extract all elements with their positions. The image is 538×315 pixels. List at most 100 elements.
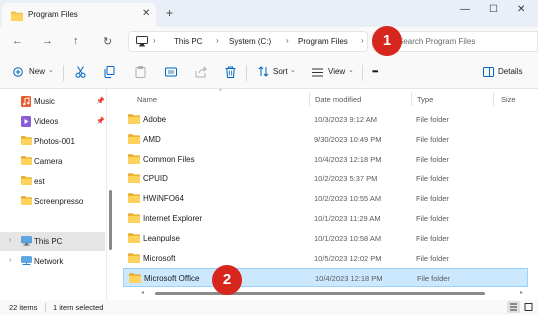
horizontal-scrollbar-thumb[interactable] (155, 292, 485, 295)
file-name: Leanpulse (143, 233, 180, 243)
scroll-right-icon[interactable]: ▸ (520, 289, 523, 296)
folder-icon (21, 196, 32, 207)
folder-icon (129, 273, 141, 285)
more-options-button[interactable]: ••• (372, 67, 378, 76)
folder-icon (21, 156, 32, 167)
maximize-button[interactable]: ☐ (489, 4, 498, 15)
music-icon (21, 96, 31, 109)
new-icon (13, 67, 23, 79)
column-header-size[interactable]: Size (501, 95, 516, 104)
sort-button[interactable]: Sort (273, 67, 288, 76)
navigation-bar: ← → ↑ ↻ › This PC › System (C:) › Progra… (0, 27, 538, 57)
file-row[interactable]: Leanpulse 10/1/2023 10:58 AM File folder (123, 229, 528, 248)
file-type: File folder (417, 274, 450, 284)
file-name: CPUID (143, 174, 168, 184)
toolbar-divider (246, 65, 247, 81)
tab-program-files[interactable]: Program Files ✕ (2, 3, 156, 27)
sort-arrow-icon: ^ (219, 89, 222, 95)
folder-icon (21, 136, 32, 147)
details-button[interactable]: Details (498, 67, 522, 76)
file-date: 10/4/2023 12:18 PM (314, 154, 382, 164)
sidebar-item-camera[interactable]: Camera (0, 152, 105, 171)
breadcrumb-system-c[interactable]: System (C:) (229, 37, 271, 46)
file-row[interactable]: Common Files 10/4/2023 12:18 PM File folde… (123, 150, 528, 169)
new-chevron-icon[interactable]: ⌄ (48, 66, 54, 74)
sidebar-scrollbar-thumb[interactable] (109, 190, 112, 250)
sidebar-scrollbar[interactable] (109, 95, 112, 290)
column-header-date[interactable]: Date modified (315, 95, 361, 104)
delete-icon[interactable] (225, 66, 236, 80)
file-name: Adobe (143, 115, 167, 124)
this-pc-icon (21, 236, 32, 248)
paste-icon[interactable] (135, 66, 146, 80)
file-type: File folder (416, 194, 449, 204)
file-row[interactable]: HWiNFO64 10/2/2023 10:55 AM File folder (123, 189, 528, 208)
pin-icon: 📌 (96, 98, 105, 105)
view-chevron-icon[interactable]: ⌄ (348, 66, 354, 74)
file-row[interactable]: CPUID 10/2/2023 5:37 PM File folder (123, 169, 528, 188)
column-header-type[interactable]: Type (417, 95, 433, 104)
title-bar: Program Files ✕ + — ☐ ✕ (0, 0, 538, 27)
scroll-left-icon[interactable]: ◂ (141, 289, 144, 296)
back-button[interactable]: ← (12, 35, 23, 47)
forward-button[interactable]: → (42, 35, 53, 47)
callout-badge: 1 (372, 26, 402, 56)
sidebar-item-photos-001[interactable]: Photos-001 (0, 132, 105, 151)
file-type: File folder (416, 174, 449, 184)
computer-icon (136, 36, 148, 49)
sidebar-item-screenpresso[interactable]: Screenpresso (0, 192, 105, 211)
file-date: 9/30/2023 10:49 PM (314, 134, 382, 144)
folder-icon (11, 11, 23, 23)
address-bar[interactable]: › This PC › System (C:) › Program Files … (128, 31, 368, 52)
breadcrumb-this-pc[interactable]: This PC (174, 37, 202, 46)
details-view-button[interactable] (507, 301, 520, 313)
column-divider[interactable] (309, 92, 310, 106)
navigation-pane: Music 📌 Videos 📌 Photos-001 Camera est S… (0, 89, 107, 300)
new-tab-button[interactable]: + (166, 6, 173, 20)
share-icon[interactable] (195, 66, 207, 80)
sidebar-item-network[interactable]: › Network (0, 252, 105, 271)
sort-chevron-icon[interactable]: ⌄ (290, 66, 296, 74)
item-count: 22 items (9, 303, 38, 312)
view-button[interactable]: View (328, 67, 345, 76)
rename-icon[interactable] (165, 66, 177, 80)
folder-icon (128, 252, 140, 265)
file-row[interactable]: Adobe 10/3/2023 9:12 AM File folder (123, 110, 528, 129)
chevron-right-icon[interactable]: › (9, 257, 11, 264)
breadcrumb-separator-icon: › (361, 36, 364, 45)
toolbar-divider (362, 65, 363, 81)
file-row[interactable]: Microsoft 10/5/2023 12:02 PM File folder (123, 249, 528, 268)
folder-icon (128, 173, 140, 185)
minimize-button[interactable]: — (460, 4, 470, 15)
file-type: File folder (416, 253, 449, 263)
file-row[interactable]: AMD 9/30/2023 10:49 PM File folder (123, 130, 528, 149)
cut-icon[interactable] (75, 66, 86, 80)
sidebar-item-this-pc[interactable]: › This PC (0, 232, 105, 251)
sidebar-item-est[interactable]: est (0, 172, 105, 191)
folder-icon (128, 232, 140, 245)
sort-icon (258, 66, 269, 79)
command-bar: New ⌄ Sort ⌄ View ⌄ ••• Details (0, 57, 538, 89)
search-input[interactable]: Search Program Files (398, 37, 475, 46)
file-row[interactable]: Internet Explorer 10/1/2023 11:29 AM File … (123, 209, 528, 228)
up-button[interactable]: ↑ (73, 35, 79, 47)
refresh-button[interactable]: ↻ (103, 35, 112, 48)
sidebar-item-videos[interactable]: Videos 📌 (0, 112, 105, 131)
column-divider[interactable] (493, 92, 494, 106)
column-divider[interactable] (411, 92, 412, 106)
status-bar: 22 items 1 item selected (0, 300, 538, 315)
new-button[interactable]: New (29, 67, 45, 76)
sidebar-item-music[interactable]: Music 📌 (0, 92, 105, 111)
tiles-view-button[interactable] (522, 301, 535, 313)
chevron-right-icon[interactable]: › (9, 237, 11, 244)
file-date: 10/2/2023 5:37 PM (314, 174, 378, 184)
tab-close-icon[interactable]: ✕ (142, 8, 150, 19)
breadcrumb-program-files[interactable]: Program Files (298, 37, 348, 46)
sidebar-item-label: Screenpresso (34, 197, 84, 206)
close-button[interactable]: ✕ (517, 4, 525, 15)
copy-icon[interactable] (104, 66, 115, 80)
file-row[interactable]: Microsoft Office 10/4/2023 12:18 PM File f… (123, 268, 528, 288)
file-date: 10/5/2023 12:02 PM (314, 253, 382, 263)
file-type: File folder (416, 214, 449, 223)
column-header-name[interactable]: Name (137, 95, 157, 104)
